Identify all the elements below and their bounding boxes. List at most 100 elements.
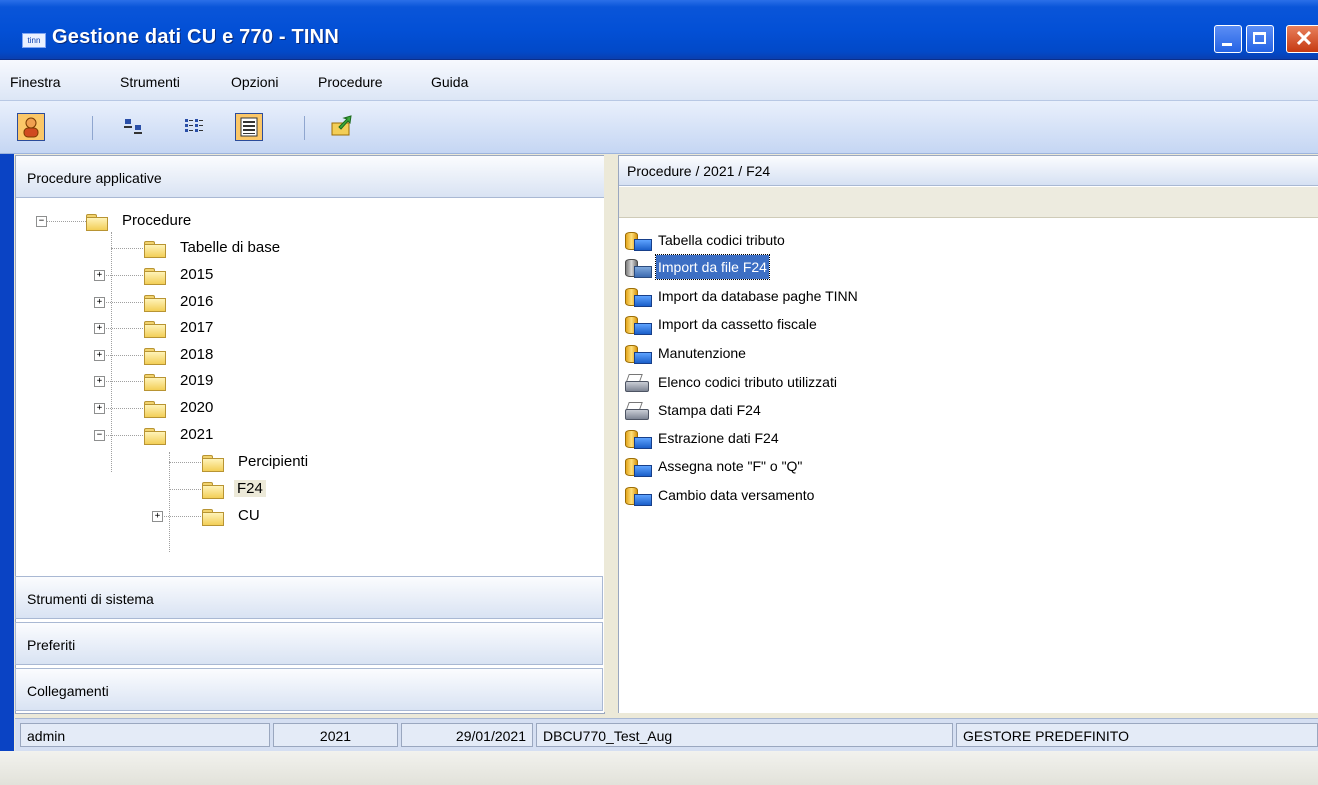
minimize-button[interactable] — [1214, 25, 1242, 53]
section-label: Preferiti — [27, 637, 76, 653]
toolbar — [0, 101, 1318, 154]
large-icons-view-button[interactable] — [120, 113, 148, 141]
app-icon[interactable]: tinn — [22, 33, 46, 48]
list-view-button[interactable] — [181, 113, 209, 141]
tree-node-2016[interactable]: 2016 — [144, 290, 213, 314]
folder-icon — [144, 401, 166, 418]
database-icon — [625, 430, 652, 449]
folder-open-icon — [144, 428, 166, 445]
tree-node-label: Tabelle di base — [180, 239, 281, 256]
tree-node-2018[interactable]: 2018 — [144, 343, 213, 367]
collapse-2021-icon[interactable]: − — [94, 430, 105, 441]
breadcrumb: Procedure / 2021 / F24 — [619, 156, 1318, 186]
folder-icon — [144, 321, 166, 338]
minimize-icon — [1222, 43, 1232, 46]
menu-bar: Finestra Strumenti Opzioni Procedure Gui… — [0, 60, 1318, 101]
tree-node-procedure[interactable]: Procedure — [86, 209, 191, 233]
section-preferiti[interactable]: Preferiti — [15, 622, 603, 665]
large-icons-view-icon — [124, 119, 142, 134]
tree-node-label-selected: F24 — [234, 480, 266, 497]
menu-guida[interactable]: Guida — [431, 74, 468, 90]
procedure-tree: − Procedure Tabelle di base + 2015 + 201… — [16, 199, 604, 573]
menu-strumenti[interactable]: Strumenti — [120, 74, 180, 90]
section-label: Collegamenti — [27, 683, 109, 699]
tree-node-2021[interactable]: 2021 — [144, 423, 213, 447]
user-button[interactable] — [17, 113, 45, 141]
tree-node-2017[interactable]: 2017 — [144, 316, 213, 340]
database-icon — [625, 458, 652, 477]
menu-finestra[interactable]: Finestra — [10, 74, 61, 90]
printer-icon — [625, 374, 651, 392]
filter-bar — [619, 187, 1318, 218]
expand-2016-icon[interactable]: + — [94, 297, 105, 308]
status-bar: admin 2021 29/01/2021 DBCU770_Test_Aug G… — [15, 718, 1318, 751]
folder-icon — [202, 455, 224, 472]
section-strumenti-di-sistema[interactable]: Strumenti di sistema — [15, 576, 603, 619]
folder-icon — [144, 241, 166, 258]
tree-node-label: 2018 — [180, 346, 214, 363]
tree-node-label: CU — [238, 507, 260, 524]
title-bar[interactable]: tinn Gestione dati CU e 770 - TINN ✕ — [0, 0, 1318, 60]
procedures-panel: Procedure / 2021 / F24 Tabella codici tr… — [618, 155, 1318, 713]
tree-node-percipienti[interactable]: Percipienti — [202, 450, 308, 474]
menu-procedure[interactable]: Procedure — [318, 74, 383, 90]
status-user: admin — [20, 723, 270, 747]
tree-node-label: 2016 — [180, 293, 214, 310]
database-icon — [625, 232, 652, 251]
tree-node-2015[interactable]: 2015 — [144, 263, 213, 287]
expand-cu-icon[interactable]: + — [152, 511, 163, 522]
collapse-procedure-icon[interactable]: − — [36, 216, 47, 227]
status-database: DBCU770_Test_Aug — [536, 723, 953, 747]
tree-node-f24[interactable]: F24 — [202, 477, 266, 501]
details-view-icon — [240, 117, 258, 137]
status-manager: GESTORE PREDEFINITO — [956, 723, 1318, 747]
export-icon — [331, 115, 352, 136]
tree-node-cu[interactable]: CU — [202, 504, 260, 528]
folder-open-icon — [86, 214, 108, 231]
tree-node-label: 2017 — [180, 319, 214, 336]
details-view-button[interactable] — [235, 113, 263, 141]
export-button[interactable] — [329, 113, 357, 141]
printer-icon — [625, 402, 651, 420]
tree-node-2020[interactable]: 2020 — [144, 396, 213, 420]
folder-icon — [144, 348, 166, 365]
bottom-strip — [0, 751, 1318, 785]
user-icon — [23, 117, 39, 138]
folder-icon — [202, 509, 224, 526]
tree-node-2019[interactable]: 2019 — [144, 369, 213, 393]
expand-2017-icon[interactable]: + — [94, 323, 105, 334]
tree-node-label: Percipienti — [238, 453, 309, 470]
database-icon — [625, 316, 652, 335]
window-left-edge — [0, 154, 14, 751]
section-label: Procedure applicative — [27, 170, 162, 186]
list-view-icon — [185, 119, 203, 132]
status-date: 29/01/2021 — [401, 723, 533, 747]
section-label: Strumenti di sistema — [27, 591, 154, 607]
close-button[interactable]: ✕ — [1286, 25, 1318, 53]
status-year: 2021 — [273, 723, 398, 747]
database-icon — [625, 345, 652, 364]
database-icon — [625, 288, 652, 307]
section-collegamenti[interactable]: Collegamenti — [15, 668, 603, 711]
tree-node-label: 2019 — [180, 372, 214, 389]
expand-2020-icon[interactable]: + — [94, 403, 105, 414]
breadcrumb-text: Procedure / 2021 / F24 — [627, 163, 771, 179]
folder-open-icon — [202, 482, 224, 499]
panel-splitter[interactable] — [604, 155, 617, 712]
database-gray-icon — [625, 259, 652, 278]
maximize-button[interactable] — [1246, 25, 1274, 53]
expand-2015-icon[interactable]: + — [94, 270, 105, 281]
window-title: Gestione dati CU e 770 - TINN — [52, 26, 339, 48]
folder-icon — [144, 268, 166, 285]
tree-node-tabelle-di-base[interactable]: Tabelle di base — [144, 236, 280, 260]
tree-node-label: Procedure — [122, 212, 192, 229]
tree-node-label: 2015 — [180, 266, 214, 283]
menu-opzioni[interactable]: Opzioni — [231, 74, 278, 90]
expand-2018-icon[interactable]: + — [94, 350, 105, 361]
section-procedure-applicative[interactable]: Procedure applicative — [16, 156, 604, 198]
folder-icon — [144, 295, 166, 312]
tree-node-label: 2020 — [180, 399, 214, 416]
expand-2019-icon[interactable]: + — [94, 376, 105, 387]
tree-node-label: 2021 — [180, 426, 214, 443]
close-icon: ✕ — [1294, 26, 1314, 51]
